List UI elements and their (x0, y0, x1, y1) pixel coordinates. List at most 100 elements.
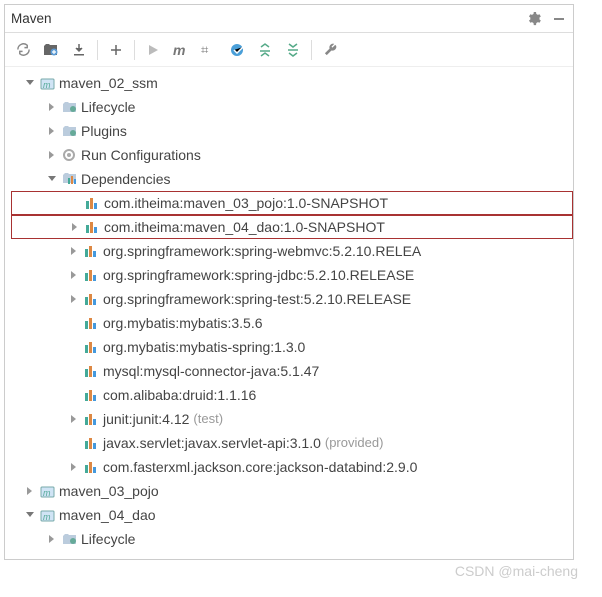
toolbar-separator (97, 40, 98, 60)
folder-icon (61, 99, 77, 115)
chevron-right-icon[interactable] (67, 268, 81, 282)
lifecycle-node[interactable]: Lifecycle (11, 527, 573, 551)
maven-panel: Maven m ⌗ m maven_02_ssm Lifecycle Plugin… (4, 4, 574, 560)
chevron-right-icon[interactable] (23, 484, 37, 498)
dependency-node[interactable]: junit:junit:4.12 (test) (11, 407, 573, 431)
dependency-scope: (provided) (325, 436, 384, 451)
dependency-node[interactable]: com.fasterxml.jackson.core:jackson-datab… (11, 455, 573, 479)
library-group-icon (61, 171, 77, 187)
dependency-label: junit:junit:4.12 (103, 411, 189, 427)
offline-icon[interactable] (225, 38, 249, 62)
module-node[interactable]: m maven_02_ssm (11, 71, 573, 95)
node-label: Plugins (81, 123, 127, 139)
module-icon: m (39, 483, 55, 499)
module-label: maven_03_pojo (59, 483, 159, 499)
chevron-down-icon[interactable] (23, 508, 37, 522)
library-icon (84, 195, 100, 211)
module-label: maven_02_ssm (59, 75, 158, 91)
node-label: Lifecycle (81, 531, 135, 547)
library-icon (83, 363, 99, 379)
chevron-right-icon[interactable] (45, 100, 59, 114)
chevron-right-icon[interactable] (67, 244, 81, 258)
settings-gear-icon[interactable] (525, 11, 541, 27)
toolbar-separator (311, 40, 312, 60)
collapse-all-icon[interactable] (281, 38, 305, 62)
dependency-node[interactable]: javax.servlet:javax.servlet-api:3.1.0 (pr… (11, 431, 573, 455)
minimize-icon[interactable] (551, 11, 567, 27)
library-icon (83, 243, 99, 259)
library-icon (84, 219, 100, 235)
add-icon[interactable] (104, 38, 128, 62)
dependency-node[interactable]: org.mybatis:mybatis-spring:1.3.0 (11, 335, 573, 359)
dependency-label: com.alibaba:druid:1.1.16 (103, 387, 256, 403)
project-tree: m maven_02_ssm Lifecycle Plugins Run Conf… (5, 67, 573, 559)
dependency-node[interactable]: org.springframework:spring-test:5.2.10.R… (11, 287, 573, 311)
chevron-right-icon[interactable] (45, 148, 59, 162)
dependency-node[interactable]: org.springframework:spring-webmvc:5.2.10… (11, 239, 573, 263)
library-icon (83, 435, 99, 451)
chevron-down-icon[interactable] (23, 76, 37, 90)
dependencies-node[interactable]: Dependencies (11, 167, 573, 191)
m-icon[interactable]: m (169, 38, 193, 62)
panel-title: Maven (11, 11, 515, 26)
spacer (67, 436, 81, 450)
node-label: Run Configurations (81, 147, 201, 163)
chevron-right-icon[interactable] (45, 532, 59, 546)
dependency-label: org.mybatis:mybatis-spring:1.3.0 (103, 339, 305, 355)
node-label: Lifecycle (81, 99, 135, 115)
spacer (67, 364, 81, 378)
folder-icon (61, 123, 77, 139)
module-icon: m (39, 507, 55, 523)
panel-header: Maven (5, 5, 573, 33)
refresh-icon[interactable] (11, 38, 35, 62)
toolbar-separator (134, 40, 135, 60)
dependency-node[interactable]: org.springframework:spring-jdbc:5.2.10.R… (11, 263, 573, 287)
library-icon (83, 315, 99, 331)
spacer (67, 316, 81, 330)
chevron-right-icon[interactable] (68, 220, 82, 234)
module-label: maven_04_dao (59, 507, 156, 523)
runcfg-node[interactable]: Run Configurations (11, 143, 573, 167)
spacer (67, 388, 81, 402)
dependency-node[interactable]: com.itheima:maven_04_dao:1.0-SNAPSHOT (11, 215, 573, 239)
svg-text:m: m (43, 488, 51, 498)
chevron-right-icon[interactable] (67, 292, 81, 306)
dependencies-list: com.itheima:maven_03_pojo:1.0-SNAPSHOTco… (11, 191, 573, 479)
dependency-node[interactable]: mysql:mysql-connector-java:5.1.47 (11, 359, 573, 383)
dependency-label: com.itheima:maven_04_dao:1.0-SNAPSHOT (104, 219, 385, 235)
module-node[interactable]: m maven_04_dao (11, 503, 573, 527)
plugins-node[interactable]: Plugins (11, 119, 573, 143)
download-icon[interactable] (67, 38, 91, 62)
node-label: Dependencies (81, 171, 171, 187)
spacer (68, 196, 82, 210)
skip-tests-icon[interactable]: ⌗ (197, 38, 221, 62)
module-icon: m (39, 75, 55, 91)
wrench-icon[interactable] (318, 38, 342, 62)
module-node[interactable]: m maven_03_pojo (11, 479, 573, 503)
library-icon (83, 267, 99, 283)
dependency-label: com.fasterxml.jackson.core:jackson-datab… (103, 459, 417, 475)
chevron-down-icon[interactable] (45, 172, 59, 186)
svg-text:m: m (43, 80, 51, 90)
dependency-scope: (test) (193, 412, 223, 427)
dependency-node[interactable]: org.mybatis:mybatis:3.5.6 (11, 311, 573, 335)
svg-text:m: m (173, 43, 185, 57)
lifecycle-node[interactable]: Lifecycle (11, 95, 573, 119)
toolbar: m ⌗ (5, 33, 573, 67)
dependency-node[interactable]: com.alibaba:druid:1.1.16 (11, 383, 573, 407)
chevron-right-icon[interactable] (67, 460, 81, 474)
chevron-right-icon[interactable] (45, 124, 59, 138)
dependency-node[interactable]: com.itheima:maven_03_pojo:1.0-SNAPSHOT (11, 191, 573, 215)
gear-icon (61, 147, 77, 163)
dependency-label: javax.servlet:javax.servlet-api:3.1.0 (103, 435, 321, 451)
library-icon (83, 387, 99, 403)
generate-sources-icon[interactable] (39, 38, 63, 62)
library-icon (83, 459, 99, 475)
spacer (67, 340, 81, 354)
library-icon (83, 291, 99, 307)
svg-text:m: m (43, 512, 51, 522)
dependency-label: org.springframework:spring-test:5.2.10.R… (103, 291, 411, 307)
run-icon[interactable] (141, 38, 165, 62)
chevron-right-icon[interactable] (67, 412, 81, 426)
expand-all-icon[interactable] (253, 38, 277, 62)
